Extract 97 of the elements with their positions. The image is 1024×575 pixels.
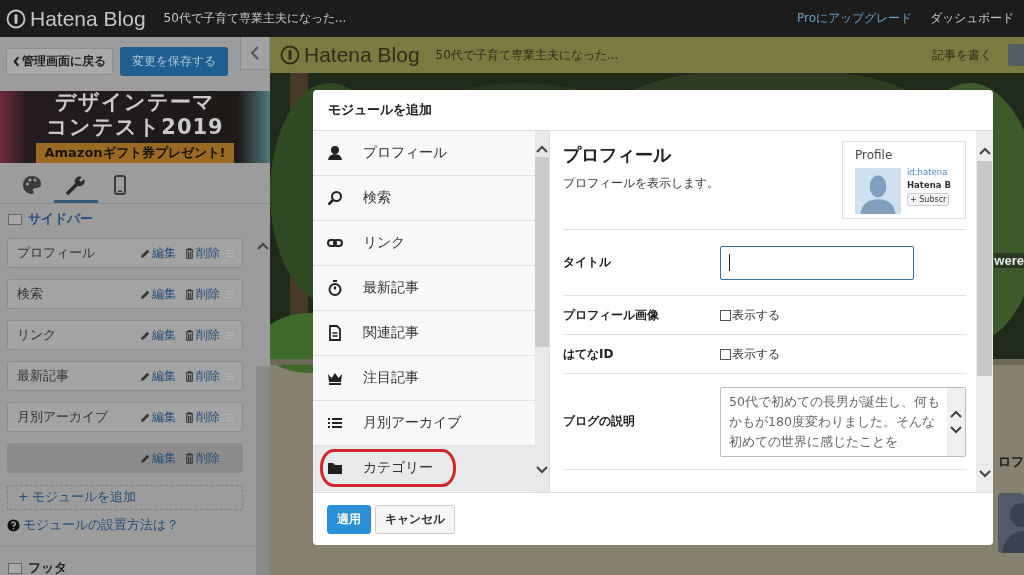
module-option[interactable]: カテゴリー: [313, 446, 535, 491]
document-icon: [327, 325, 343, 341]
field-label: プロフィール画像: [563, 306, 660, 324]
delete-link[interactable]: 削除: [184, 408, 220, 426]
scroll-up-icon[interactable]: [256, 242, 269, 251]
scroll-up-icon[interactable]: [950, 409, 962, 418]
write-link[interactable]: 記事を書く: [932, 46, 992, 64]
scroll-up-icon[interactable]: [978, 147, 991, 155]
contest-banner[interactable]: デザインテーマ コンテスト2019 Amazonギフト券プレゼント!: [0, 91, 270, 164]
stopwatch-icon: [327, 280, 343, 296]
logo-icon: [6, 8, 26, 29]
banner-title: コンテスト2019: [46, 116, 224, 140]
scroll-up-icon[interactable]: [536, 145, 548, 153]
trash-icon: [184, 247, 195, 259]
avatar-icon: [855, 167, 901, 215]
person-icon: [327, 145, 343, 161]
field-label: はてなID: [563, 345, 615, 363]
module-description: プロフィールを表示します。: [563, 175, 719, 192]
scrollbar-thumb[interactable]: [977, 161, 992, 376]
editor-tab[interactable]: [54, 173, 98, 204]
delete-link[interactable]: 削除: [184, 367, 220, 385]
delete-link[interactable]: 削除: [184, 449, 220, 467]
pencil-icon: [140, 329, 151, 341]
cancel-button[interactable]: キャンセル: [375, 504, 455, 534]
module-row[interactable]: 最新記事 編集 削除: [7, 361, 243, 392]
pencil-icon: [140, 370, 151, 382]
trash-icon: [184, 329, 195, 341]
header-link[interactable]: Proにアップグレード: [796, 10, 912, 27]
folder-icon: [327, 460, 343, 476]
list-icon: [327, 415, 343, 431]
module-row[interactable]: 月別アーカイブ 編集 削除: [7, 402, 243, 433]
save-button[interactable]: 変更を保存する: [120, 46, 228, 76]
module-name: プロフィール: [17, 244, 96, 262]
show-checkbox[interactable]: 表示する: [720, 345, 780, 363]
description-textarea[interactable]: 50代で初めての長男が誕生し、何もかもが180度変わりました。そんな初めての世界に感じたことを: [720, 386, 966, 457]
blog-text: were: [994, 253, 1024, 268]
blog-title[interactable]: 50代で子育て専業主夫になった...: [163, 10, 347, 27]
scroll-down-icon[interactable]: [978, 470, 991, 478]
module-name: リンク: [17, 326, 57, 344]
field-label: タイトル: [563, 254, 612, 271]
section-title[interactable]: サイドバー: [28, 210, 93, 229]
show-checkbox[interactable]: 表示する: [720, 306, 780, 324]
preview-heading: Profile: [855, 148, 894, 162]
widget-title: ロフ: [998, 453, 1024, 471]
help-icon: [7, 519, 20, 533]
module-name: 検索: [17, 285, 44, 303]
scrollbar-thumb[interactable]: [255, 366, 270, 575]
preview-name: Hatena B: [907, 180, 951, 190]
module-name: 月別アーカイブ: [17, 408, 109, 426]
banner-title: デザインテーマ: [55, 91, 215, 115]
avatar-icon: [998, 493, 1024, 553]
trash-icon: [184, 370, 195, 382]
module-row[interactable]: 検索 編集 削除: [7, 279, 243, 310]
blog-title[interactable]: 50代で子育て専業主夫になった...: [435, 46, 619, 64]
chevron-left-icon: [13, 55, 20, 67]
edit-link[interactable]: 編集: [140, 244, 176, 262]
pencil-icon: [140, 452, 151, 464]
help-link[interactable]: モジュールの設置方法は？: [23, 517, 179, 535]
trash-icon: [184, 288, 195, 300]
apply-button[interactable]: 適用: [327, 504, 371, 534]
banner-ribbon: Amazonギフト券プレゼント!: [36, 143, 234, 164]
scroll-down-icon[interactable]: [536, 466, 548, 474]
palette-icon: [22, 175, 42, 196]
pencil-icon: [140, 247, 151, 259]
module-row[interactable]: リンク 編集 削除: [7, 320, 243, 351]
trash-icon: [184, 411, 195, 423]
pencil-icon: [140, 288, 151, 300]
chevron-left-icon: [250, 46, 260, 60]
title-input[interactable]: [720, 245, 914, 280]
header-link[interactable]: ダッシュボード: [930, 10, 1014, 27]
logo-icon: [280, 45, 300, 65]
module-row[interactable]: プロフィール 編集 削除: [7, 238, 243, 269]
edit-link[interactable]: 編集: [140, 449, 176, 467]
search-icon: [327, 190, 343, 206]
scroll-down-icon[interactable]: [950, 425, 962, 434]
edit-link[interactable]: 編集: [140, 326, 176, 344]
field-label: ブログの説明: [563, 413, 636, 430]
wrench-icon: [66, 175, 86, 196]
delete-link[interactable]: 削除: [184, 326, 220, 344]
module-name: 最新記事: [17, 367, 70, 385]
drop-placeholder[interactable]: 編集 削除: [7, 443, 243, 474]
delete-link[interactable]: 削除: [184, 244, 220, 262]
hatena-blog-logo[interactable]: Hatena Blog: [280, 43, 420, 67]
collapse-button[interactable]: [240, 37, 270, 70]
hatena-blog-logo[interactable]: Hatena Blog: [6, 6, 146, 31]
edit-link[interactable]: 編集: [140, 408, 176, 426]
back-button[interactable]: 管理画面に戻る: [6, 47, 113, 75]
layout-icon: [8, 213, 22, 225]
module-title: プロフィール: [563, 143, 673, 167]
add-module-link[interactable]: + モジュールを追加: [7, 485, 243, 511]
trash-icon: [184, 452, 195, 464]
section-title[interactable]: フッタ: [28, 559, 67, 575]
delete-link[interactable]: 削除: [184, 285, 220, 303]
pencil-icon: [140, 411, 151, 423]
scrollbar-thumb[interactable]: [535, 157, 549, 347]
edit-link[interactable]: 編集: [140, 285, 176, 303]
edit-link[interactable]: 編集: [140, 367, 176, 385]
